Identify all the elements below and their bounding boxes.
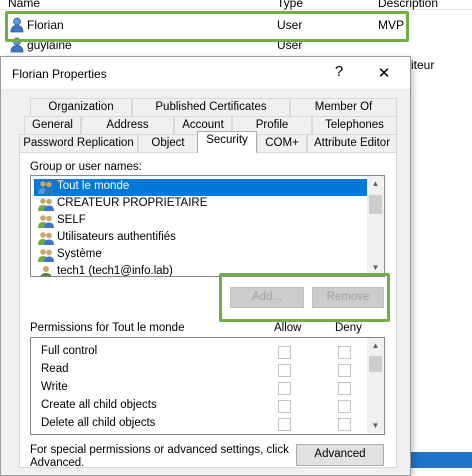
permission-row: Create all child objects — [31, 397, 369, 415]
allow-checkbox[interactable] — [278, 346, 291, 359]
background-selection-strip — [411, 452, 472, 468]
dialog-titlebar: Florian Properties ? ✕ — [1, 57, 410, 89]
permission-name: Full control — [41, 345, 98, 357]
scroll-down-icon[interactable]: ▼ — [367, 418, 384, 434]
help-button[interactable]: ? — [332, 63, 346, 80]
group-icon — [38, 232, 54, 245]
tab-com-plus[interactable]: COM+ — [257, 134, 307, 152]
list-header: Name Type Description — [0, 0, 472, 10]
user-icon — [40, 266, 52, 276]
allow-checkbox[interactable] — [278, 400, 291, 413]
allow-column-label: Allow — [274, 322, 302, 334]
advanced-settings-note: For special permissions or advanced sett… — [30, 444, 289, 469]
advanced-button[interactable]: Advanced — [296, 444, 384, 466]
permission-name: Write — [41, 381, 68, 393]
list-item[interactable]: Système — [34, 247, 369, 264]
group-icon — [38, 215, 54, 228]
column-name-header[interactable]: Name — [8, 0, 40, 10]
close-button[interactable]: ✕ — [376, 64, 392, 82]
principals-scrollbar[interactable]: ▲ ▼ — [367, 176, 384, 276]
permissions-list[interactable]: Full control Read Write Create all child… — [30, 337, 385, 435]
scroll-thumb[interactable] — [369, 356, 382, 372]
tab-member-of[interactable]: Member Of — [290, 98, 397, 116]
principal-name: Utilisateurs authentifiés — [57, 231, 176, 243]
group-icon — [38, 181, 54, 194]
tab-attribute-editor[interactable]: Attribute Editor — [307, 134, 397, 152]
list-item[interactable]: Tout le monde — [34, 179, 369, 196]
deny-checkbox[interactable] — [338, 400, 351, 413]
tab-address[interactable]: Address — [81, 116, 174, 134]
deny-column-label: Deny — [335, 322, 362, 334]
group-or-user-names-label: Group or user names: — [30, 161, 142, 173]
deny-checkbox[interactable] — [338, 346, 351, 359]
group-icon — [38, 249, 54, 262]
scroll-up-icon[interactable]: ▲ — [367, 176, 384, 192]
allow-checkbox[interactable] — [278, 364, 291, 377]
permission-row: Full control — [31, 343, 369, 361]
permission-row: Read — [31, 361, 369, 379]
deny-checkbox[interactable] — [338, 382, 351, 395]
background-description-text: iteur — [411, 58, 435, 72]
tab-password-replication[interactable]: Password Replication — [19, 134, 138, 152]
scroll-up-icon[interactable]: ▲ — [367, 338, 384, 354]
principal-name: CREATEUR PROPRIETAIRE — [57, 197, 208, 209]
list-item[interactable]: CREATEUR PROPRIETAIRE — [34, 196, 369, 213]
principal-name: SELF — [57, 214, 86, 226]
permission-name: Delete all child objects — [41, 417, 156, 429]
list-item[interactable]: Utilisateurs authentifiés — [34, 230, 369, 247]
permission-row: Write — [31, 379, 369, 397]
tab-security[interactable]: Security — [197, 131, 257, 153]
principals-listbox[interactable]: Tout le monde CREATEUR PROPRIETAIRE SELF… — [30, 175, 385, 277]
list-item[interactable]: SELF — [34, 213, 369, 230]
permission-name: Read — [41, 363, 69, 375]
column-type-header[interactable]: Type — [277, 0, 303, 10]
principal-name: Tout le monde — [57, 180, 130, 192]
allow-checkbox[interactable] — [278, 382, 291, 395]
tab-telephones[interactable]: Telephones — [312, 116, 397, 134]
scroll-thumb[interactable] — [369, 195, 382, 214]
tab-published-certificates[interactable]: Published Certificates — [132, 98, 290, 116]
permissions-for-label: Permissions for Tout le monde — [30, 322, 185, 334]
allow-checkbox[interactable] — [278, 418, 291, 431]
permission-row: Delete all child objects — [31, 415, 369, 433]
tab-organization[interactable]: Organization — [30, 98, 132, 116]
principal-name: tech1 (tech1@info.lab) — [57, 265, 173, 276]
permission-name: Create all child objects — [41, 399, 157, 411]
dialog-title: Florian Properties — [12, 67, 107, 81]
tab-object[interactable]: Object — [138, 134, 198, 152]
group-icon — [38, 198, 54, 211]
column-description-header[interactable]: Description — [378, 0, 438, 10]
deny-checkbox[interactable] — [338, 364, 351, 377]
buttons-highlight-callout — [219, 273, 390, 322]
deny-checkbox[interactable] — [338, 418, 351, 431]
principal-name: Système — [57, 248, 102, 260]
tab-general[interactable]: General — [24, 116, 81, 134]
permissions-scrollbar[interactable]: ▲ ▼ — [367, 338, 384, 434]
row-highlight-callout — [5, 11, 409, 42]
